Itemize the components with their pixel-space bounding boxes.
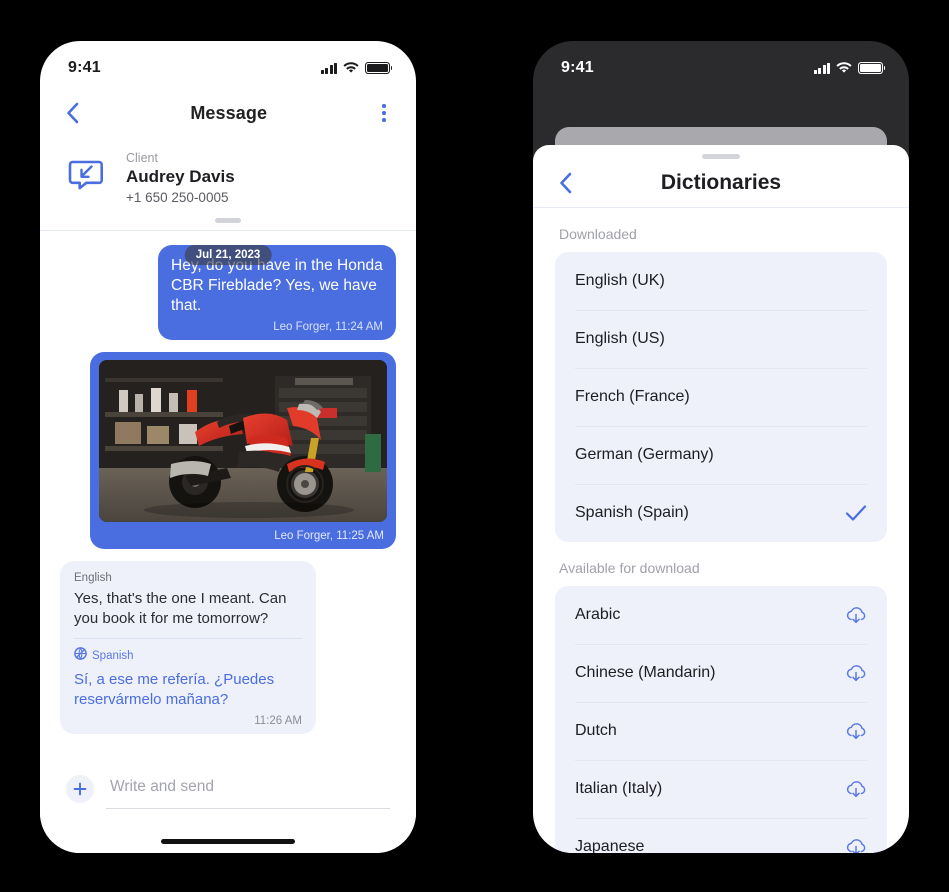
language-name: Chinese (Mandarin) (575, 664, 716, 681)
translation-divider (74, 637, 302, 639)
list-item[interactable]: Dutch (555, 702, 887, 760)
downloaded-languages-card: English (UK) English (US) French (France… (555, 252, 887, 542)
sheet-grabber-icon[interactable] (533, 145, 909, 159)
dictionaries-list: Downloaded English (UK) English (US) Fre… (533, 208, 909, 853)
language-name: English (US) (575, 330, 665, 347)
contact-phone: +1 650 250-0005 (126, 190, 229, 205)
phone-right-dictionaries-screen: 9:41 Dictionaries Downloaded English (UK… (533, 41, 909, 853)
checkmark-icon (845, 504, 867, 522)
back-button[interactable] (559, 172, 572, 194)
battery-icon (858, 62, 886, 74)
language-name: Japanese (575, 838, 645, 853)
message-row-outgoing-image: Leo Forger, 11:25 AM (60, 352, 396, 550)
sheet-navigation-bar: Dictionaries (533, 159, 909, 207)
list-item[interactable]: Arabic (555, 586, 887, 644)
status-time: 9:41 (561, 59, 594, 76)
signal-bars-icon (320, 62, 337, 74)
status-time: 9:41 (68, 59, 101, 76)
list-item[interactable]: English (UK) (555, 252, 887, 310)
list-item[interactable]: German (Germany) (555, 426, 887, 484)
message-row-incoming-translated: English Yes, that's the one I meant. Can… (60, 561, 396, 734)
wifi-icon (343, 62, 359, 74)
cloud-download-icon[interactable] (845, 605, 867, 625)
list-item[interactable]: Italian (Italy) (555, 760, 887, 818)
battery-icon (365, 62, 393, 74)
contact-role: Client (126, 151, 158, 165)
signal-bars-icon (813, 62, 830, 74)
screenshot-stage: 9:41 Message Client Audrey Davis +1 650 … (0, 0, 949, 892)
message-input-placeholder: Write and send (110, 778, 214, 795)
language-name: Spanish (Spain) (575, 504, 689, 521)
add-attachment-button[interactable] (66, 775, 94, 803)
list-item[interactable]: French (France) (555, 368, 887, 426)
cloud-download-icon[interactable] (845, 837, 867, 853)
cloud-download-icon[interactable] (845, 663, 867, 683)
navigation-bar: Message (40, 87, 416, 139)
language-name: Italian (Italy) (575, 780, 663, 797)
contact-details: Client Audrey Davis +1 650 250-0005 (126, 151, 235, 205)
kebab-menu-icon[interactable] (378, 100, 390, 125)
contact-name: Audrey Davis (126, 167, 235, 186)
contact-card-grabber[interactable] (40, 209, 416, 223)
language-name: French (France) (575, 388, 690, 405)
message-meta: Leo Forger, 11:24 AM (273, 321, 383, 334)
message-bubble-incoming[interactable]: English Yes, that's the one I meant. Can… (60, 561, 316, 734)
phone-left-message-screen: 9:41 Message Client Audrey Davis +1 650 … (40, 41, 416, 853)
message-meta: Leo Forger, 11:25 AM (274, 530, 384, 543)
available-languages-card: Arabic Chinese (Mandarin) Dutch Italian … (555, 586, 887, 853)
language-name: English (UK) (575, 272, 665, 289)
home-indicator (161, 839, 295, 844)
motorcycle-photo[interactable] (99, 360, 387, 523)
message-text: Hey, do you have in the Honda CBR Firebl… (171, 256, 383, 315)
source-language-label: English (74, 572, 112, 585)
chat-thread: Jul 21, 2023 Hey, do you have in the Hon… (40, 231, 416, 797)
message-input[interactable]: Write and send (106, 775, 390, 809)
status-bar: 9:41 (533, 41, 909, 87)
target-language-row: Spanish (74, 647, 302, 665)
page-title: Message (190, 102, 268, 123)
translated-text: Sí, a ese me refería. ¿Puedes reservárme… (74, 670, 275, 708)
source-text: Yes, that's the one I meant. Can you boo… (74, 590, 287, 628)
back-button[interactable] (66, 102, 79, 124)
list-item[interactable]: English (US) (555, 310, 887, 368)
message-meta: 11:26 AM (254, 714, 302, 727)
list-item-selected[interactable]: Spanish (Spain) (555, 484, 887, 542)
status-icons (813, 62, 886, 74)
date-separator-pill: Jul 21, 2023 (184, 244, 272, 265)
section-label-available: Available for download (559, 560, 700, 576)
cloud-download-icon[interactable] (845, 721, 867, 741)
wifi-icon (836, 62, 852, 74)
sheet-title: Dictionaries (660, 171, 782, 194)
language-name: Dutch (575, 722, 617, 739)
list-item[interactable]: Japanese (555, 818, 887, 853)
status-bar: 9:41 (40, 41, 416, 87)
section-label-downloaded: Downloaded (559, 226, 637, 242)
dictionaries-sheet: Dictionaries Downloaded English (UK) Eng… (533, 145, 909, 853)
incoming-message-bubble-icon (66, 156, 110, 200)
translate-icon (74, 647, 87, 665)
language-name: German (Germany) (575, 446, 714, 463)
status-icons (320, 62, 393, 74)
cloud-download-icon[interactable] (845, 779, 867, 799)
language-name: Arabic (575, 606, 621, 623)
message-bubble-image[interactable]: Leo Forger, 11:25 AM (90, 352, 396, 550)
contact-card[interactable]: Client Audrey Davis +1 650 250-0005 (40, 139, 416, 209)
target-language-label: Spanish (92, 649, 134, 662)
list-item[interactable]: Chinese (Mandarin) (555, 644, 887, 702)
